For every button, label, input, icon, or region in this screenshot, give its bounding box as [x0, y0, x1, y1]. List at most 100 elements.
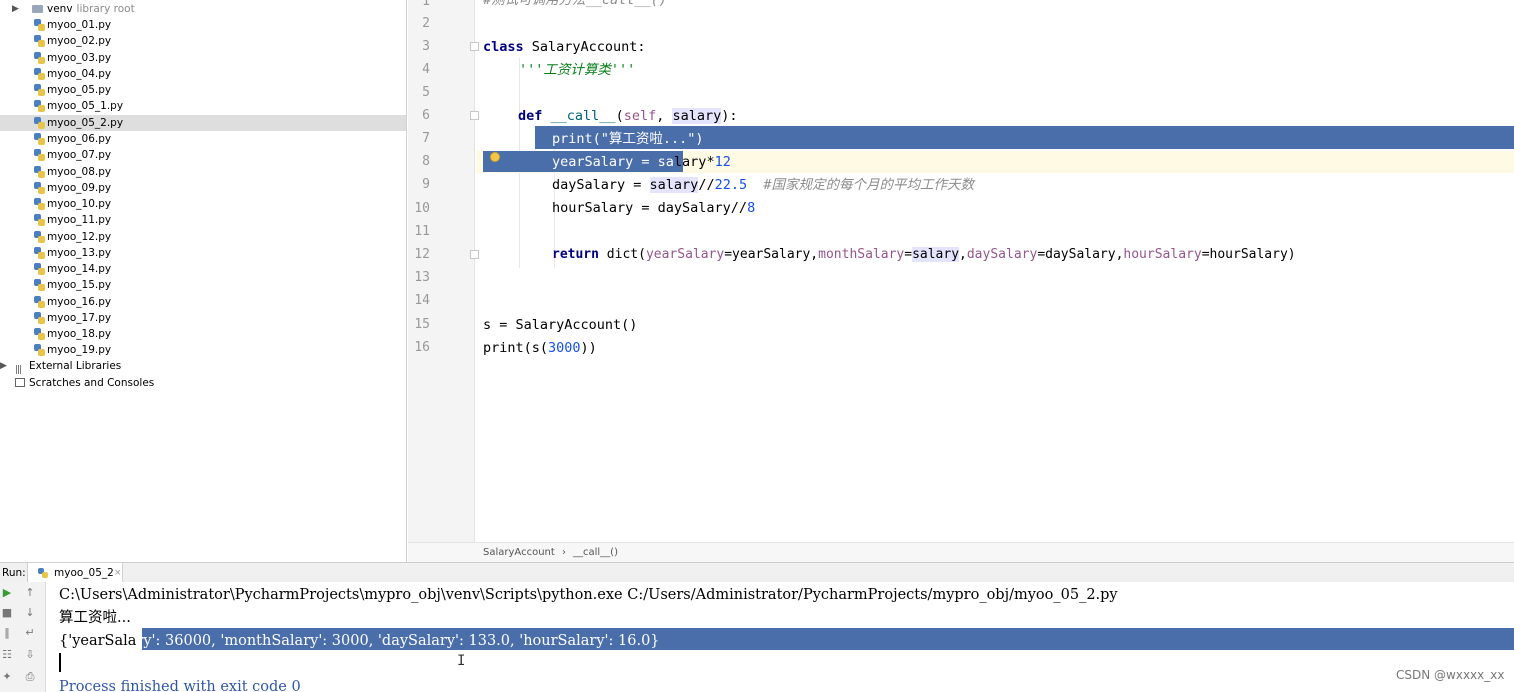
tree-file[interactable]: myoo_14.py — [0, 261, 406, 277]
python-file-icon — [34, 133, 45, 145]
code-part: =yearSalary, — [724, 247, 819, 262]
fold-marker[interactable] — [470, 42, 479, 51]
python-file-icon — [34, 35, 45, 47]
line-number: 1 — [422, 0, 430, 9]
tree-file[interactable]: myoo_04.py — [0, 66, 406, 82]
python-file-icon — [34, 19, 45, 31]
file-name: myoo_09.py — [47, 182, 112, 194]
close-icon[interactable]: × — [114, 563, 122, 583]
print-icon[interactable]: ⎙ — [23, 670, 37, 684]
operator: * — [706, 154, 715, 170]
console-output[interactable]: C:\Users\Administrator\PycharmProjects\m… — [47, 582, 1514, 692]
breadcrumb-class[interactable]: SalaryAccount — [483, 543, 555, 562]
tree-file[interactable]: myoo_01.py — [0, 17, 406, 33]
file-name: myoo_05.py — [47, 84, 112, 96]
python-file-icon — [34, 149, 45, 161]
tree-file-selected[interactable]: myoo_05_2.py — [0, 115, 406, 131]
salary-param: salary — [672, 108, 722, 124]
file-name: myoo_05_2.py — [47, 117, 124, 129]
line-number: 7 — [422, 131, 430, 146]
tree-file[interactable]: myoo_05_1.py — [0, 98, 406, 114]
line-number: 15 — [414, 317, 430, 332]
python-file-icon — [34, 263, 45, 275]
python-file-icon — [34, 52, 45, 64]
fold-marker[interactable] — [470, 250, 479, 259]
tree-file[interactable]: myoo_10.py — [0, 196, 406, 212]
file-name: myoo_05_1.py — [47, 100, 124, 112]
kwarg-name: yearSalary — [645, 247, 725, 262]
salary-var: salary — [649, 177, 699, 193]
tree-file[interactable]: myoo_13.py — [0, 245, 406, 261]
kwarg-name: monthSalary — [818, 247, 905, 262]
file-name: myoo_07.py — [47, 149, 112, 161]
code-editor[interactable]: 1 2 3 4 5 6 7 8 9 10 11 12 13 14 15 16 #… — [408, 0, 1514, 562]
file-name: myoo_11.py — [47, 214, 112, 226]
soft-wrap-icon[interactable]: ↵ — [23, 626, 37, 640]
layout-icon[interactable]: ☷ — [0, 648, 14, 662]
code-line: def __call__(self, salary): — [518, 105, 738, 127]
console-caret — [59, 653, 61, 672]
tree-file[interactable]: myoo_16.py — [0, 294, 406, 310]
run-tab[interactable]: myoo_05_2 × — [27, 563, 123, 583]
tree-file[interactable]: myoo_12.py — [0, 229, 406, 245]
line-number: 13 — [414, 270, 430, 285]
file-name: myoo_14.py — [47, 263, 112, 275]
tree-file[interactable]: myoo_05.py — [0, 82, 406, 98]
code-part: )) — [580, 340, 597, 356]
file-name: myoo_04.py — [47, 68, 112, 80]
tree-file[interactable]: myoo_09.py — [0, 180, 406, 196]
code-selected-part: yearSalary = sa — [552, 154, 674, 170]
paren: ( — [615, 108, 624, 124]
line-number: 6 — [422, 108, 430, 123]
docstring: '''工资计算类''' — [519, 62, 636, 78]
scroll-to-end-icon[interactable]: ⇩ — [23, 648, 37, 662]
breadcrumb-method[interactable]: __call__() — [573, 543, 618, 562]
arrow-up-icon[interactable]: ↑ — [23, 586, 37, 600]
chevron-right-icon[interactable]: ▶ — [0, 358, 7, 374]
tree-file[interactable]: myoo_07.py — [0, 147, 406, 163]
python-file-icon — [34, 182, 45, 194]
library-root-label: library root — [76, 3, 135, 15]
tree-file[interactable]: myoo_02.py — [0, 33, 406, 49]
tree-file[interactable]: myoo_15.py — [0, 277, 406, 293]
python-file-icon — [34, 344, 45, 356]
tree-file[interactable]: myoo_08.py — [0, 164, 406, 180]
number-literal: 22.5 — [714, 177, 748, 193]
tree-file[interactable]: myoo_17.py — [0, 310, 406, 326]
kwarg-name: hourSalary — [1123, 247, 1202, 262]
line-number: 10 — [414, 201, 430, 216]
file-name: myoo_15.py — [47, 279, 112, 291]
rerun-icon[interactable]: ▶ — [0, 586, 14, 600]
python-file-icon — [34, 279, 45, 291]
python-file-icon — [34, 231, 45, 243]
line-number: 12 — [414, 247, 430, 262]
fold-marker[interactable] — [470, 111, 479, 120]
intention-bulb-icon[interactable] — [490, 152, 500, 162]
console-command-line: C:\Users\Administrator\PycharmProjects\m… — [59, 587, 1118, 603]
pin-icon[interactable]: ✦ — [0, 670, 14, 684]
external-libraries-label: External Libraries — [29, 360, 122, 372]
tree-file[interactable]: myoo_18.py — [0, 326, 406, 342]
stop-icon[interactable]: ■ — [0, 606, 14, 620]
code-line: '''工资计算类''' — [519, 59, 635, 81]
tree-file[interactable]: myoo_19.py — [0, 342, 406, 358]
console-text: {'yearSala — [59, 633, 137, 649]
arrow-down-icon[interactable]: ↓ — [23, 606, 37, 620]
tree-file[interactable]: myoo_03.py — [0, 50, 406, 66]
breadcrumb-separator: › — [562, 547, 566, 558]
breadcrumb: SalaryAccount › __call__() — [408, 542, 1514, 562]
run-tab-label: myoo_05_2 — [54, 567, 114, 579]
tree-item-external-libraries[interactable]: ▶ ||| External Libraries — [0, 358, 406, 375]
chevron-right-icon[interactable]: ▶ — [12, 1, 19, 17]
file-name: myoo_17.py — [47, 312, 112, 324]
tree-file[interactable]: myoo_06.py — [0, 131, 406, 147]
pause-icon[interactable]: ‖ — [0, 626, 14, 640]
python-file-icon — [34, 296, 45, 308]
tree-item-venv[interactable]: ▶ venv library root — [0, 1, 406, 17]
tree-file[interactable]: myoo_11.py — [0, 212, 406, 228]
code-line-selected: print("算工资啦...") — [552, 128, 704, 150]
line-number: 9 — [422, 177, 430, 192]
file-name: myoo_12.py — [47, 231, 112, 243]
line-number: 8 — [422, 154, 430, 169]
tree-item-scratches[interactable]: Scratches and Consoles — [0, 375, 406, 391]
